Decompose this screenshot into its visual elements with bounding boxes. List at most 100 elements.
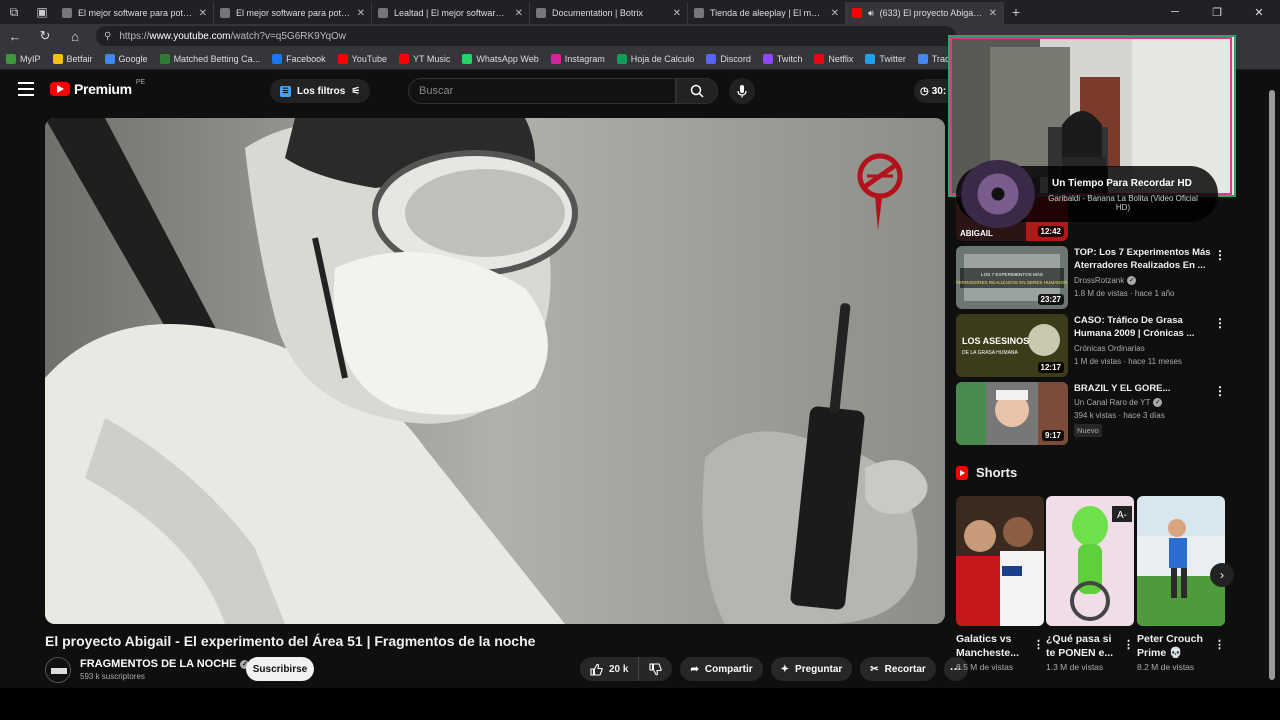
shorts-next-button[interactable]: › <box>1210 563 1234 587</box>
video-duration: 23:27 <box>1037 294 1064 305</box>
recommended-title[interactable]: BRAZIL Y EL GORE... <box>1074 382 1212 395</box>
recommended-video[interactable]: 9:17 BRAZIL Y EL GORE... Un Canal Raro de … <box>956 382 1236 446</box>
video-thumbnail[interactable]: LOS ASESINOS DE LA GRASA HUMANA 12:17 <box>956 314 1068 377</box>
url-field[interactable]: ⚲ https://www.youtube.com/watch?v=q5G6RK… <box>96 26 956 46</box>
bookmark-item[interactable]: Instagram <box>550 53 605 64</box>
recommended-title[interactable]: CASO: Tráfico De Grasa Humana 2009 | Cró… <box>1074 314 1212 340</box>
more-options-icon[interactable]: ⋮ <box>1033 638 1044 651</box>
more-options-icon[interactable]: ⋮ <box>1214 384 1226 398</box>
youtube-logo[interactable]: Premium PE <box>50 79 145 97</box>
bookmark-icon <box>706 53 717 64</box>
album-disc-icon <box>960 160 1036 228</box>
recommended-channel[interactable]: Un Canal Raro de YT ✓ <box>1074 398 1163 407</box>
more-options-icon[interactable]: ⋮ <box>1123 638 1134 651</box>
bookmark-item[interactable]: Twitch <box>762 53 802 64</box>
bookmark-item[interactable]: YouTube <box>337 53 387 64</box>
scissors-icon: ✂ <box>870 663 879 675</box>
search-box[interactable] <box>408 78 676 104</box>
audio-playing-icon[interactable]: 🔊︎ <box>868 8 874 19</box>
like-dislike-group: 20 k <box>580 657 673 681</box>
short-thumbnail[interactable] <box>1137 496 1225 626</box>
tab-favicon-icon <box>220 8 230 18</box>
reload-icon[interactable]: ↻ <box>30 28 60 44</box>
recommended-video[interactable]: LOS ASESINOS DE LA GRASA HUMANA 12:17 CASO:… <box>956 314 1236 378</box>
new-badge: Nuevo <box>1074 424 1102 437</box>
subscribe-button[interactable]: Suscribirse <box>246 657 314 681</box>
browser-tab-active[interactable]: 🔊︎ (633) El proyecto Abigail - El ✕ <box>846 2 1004 24</box>
search-button[interactable] <box>676 78 718 104</box>
close-tab-icon[interactable]: ✕ <box>515 8 523 19</box>
like-button[interactable]: 20 k <box>580 657 640 681</box>
bookmark-icon <box>462 53 473 64</box>
more-options-icon[interactable]: ⋮ <box>1214 316 1226 330</box>
new-tab-button[interactable]: + <box>1004 4 1028 20</box>
short-item[interactable]: A- ¿Qué pasa si te PONEN e... 1.3 M de v… <box>1046 496 1134 672</box>
browser-tab[interactable]: Lealtad | El mejor software para p✕ <box>372 2 530 24</box>
bookmark-item[interactable]: Discord <box>706 53 751 64</box>
more-options-icon[interactable]: ⋮ <box>1214 248 1226 262</box>
site-info-icon[interactable]: ⚲ <box>104 31 111 42</box>
tab-favicon-icon <box>378 8 388 18</box>
search-icon <box>690 84 704 98</box>
minimize-icon[interactable]: ─ <box>1154 0 1196 24</box>
short-thumbnail[interactable] <box>956 496 1044 626</box>
browser-tab[interactable]: El mejor software para potenciar✕ <box>56 2 214 24</box>
voice-search-button[interactable] <box>729 78 755 104</box>
bookmark-icon <box>550 53 561 64</box>
video-player[interactable] <box>45 118 945 624</box>
workspaces-icon[interactable]: ⧉ <box>0 0 28 24</box>
share-button[interactable]: ➦ Compartir <box>680 657 763 681</box>
bookmark-item[interactable]: Google <box>104 53 148 64</box>
close-tab-icon[interactable]: ✕ <box>831 8 839 19</box>
bookmark-item[interactable]: Hoja de Calculo <box>616 53 694 64</box>
browser-tab[interactable]: El mejor software para potenciar✕ <box>214 2 372 24</box>
close-tab-icon[interactable]: ✕ <box>989 8 997 19</box>
short-item[interactable]: Peter Crouch Prime 💀 8.2 M de vistas ⋮ <box>1137 496 1225 672</box>
youtube-play-icon <box>50 82 70 96</box>
short-item[interactable]: Galatics vs Mancheste... 8.5 M de vistas… <box>956 496 1044 672</box>
maximize-icon[interactable]: ❐ <box>1196 0 1238 24</box>
filters-button[interactable]: ☰ Los filtros ⚟ <box>270 79 371 103</box>
back-icon[interactable]: ← <box>0 29 30 44</box>
menu-icon[interactable] <box>18 82 34 96</box>
bookmark-item[interactable]: Facebook <box>272 53 326 64</box>
close-tab-icon[interactable]: ✕ <box>673 8 681 19</box>
recommended-title[interactable]: TOP: Los 7 Experimentos Más Aterradores … <box>1074 246 1212 272</box>
bookmark-item[interactable]: Twitter <box>865 53 906 64</box>
recommended-channel[interactable]: Crónicas Ordinarias <box>1074 344 1145 353</box>
thumbs-down-icon <box>649 662 663 675</box>
short-thumbnail[interactable]: A- <box>1046 496 1134 626</box>
bookmark-icon <box>52 53 63 64</box>
verified-icon: ✓ <box>1127 276 1137 285</box>
bookmark-item[interactable]: YT Music <box>399 53 450 64</box>
more-options-icon[interactable]: ⋮ <box>1214 638 1225 651</box>
bookmark-item[interactable]: Netflix <box>814 53 853 64</box>
page-scrollbar[interactable] <box>1268 80 1276 680</box>
tab-actions-icon[interactable]: ▣ <box>28 0 56 24</box>
bookmark-item[interactable]: MyIP <box>6 53 41 64</box>
close-window-icon[interactable]: ✕ <box>1238 0 1280 24</box>
recommended-video[interactable]: LOS 7 EXPERIMENTOS MÁS ATERRADORES REALIZ… <box>956 246 1236 310</box>
svg-text:LOS 7 EXPERIMENTOS MÁS: LOS 7 EXPERIMENTOS MÁS <box>981 271 1043 277</box>
browser-tab[interactable]: Tienda de aleeplay | El mejor softw✕ <box>688 2 846 24</box>
browser-tab[interactable]: Documentation | Botrix ✕ <box>530 2 688 24</box>
channel-name[interactable]: FRAGMENTOS DE LA NOCHE ✓ <box>80 658 250 670</box>
video-thumbnail[interactable]: 9:17 <box>956 382 1068 445</box>
bookmark-item[interactable]: Matched Betting Ca... <box>159 53 260 64</box>
search-input[interactable] <box>419 85 675 97</box>
recommended-channel[interactable]: DrossRotzank ✓ <box>1074 276 1137 285</box>
video-thumbnail[interactable]: LOS 7 EXPERIMENTOS MÁS ATERRADORES REALIZ… <box>956 246 1068 309</box>
channel-logo-icon <box>46 658 70 682</box>
dislike-button[interactable] <box>639 657 672 681</box>
scrollbar-thumb[interactable] <box>1269 90 1275 680</box>
bookmark-item[interactable]: Betfair <box>52 53 93 64</box>
close-tab-icon[interactable]: ✕ <box>357 8 365 19</box>
bookmark-item[interactable]: WhatsApp Web <box>462 53 539 64</box>
share-icon: ➦ <box>690 663 699 675</box>
channel-avatar[interactable] <box>45 657 71 683</box>
clip-button[interactable]: ✂ Recortar <box>860 657 936 681</box>
close-tab-icon[interactable]: ✕ <box>199 8 207 19</box>
home-icon[interactable]: ⌂ <box>60 29 90 44</box>
ask-button[interactable]: ✦ Preguntar <box>770 657 853 681</box>
recommended-meta: 1.8 M de vistas · hace 1 año <box>1074 289 1175 298</box>
